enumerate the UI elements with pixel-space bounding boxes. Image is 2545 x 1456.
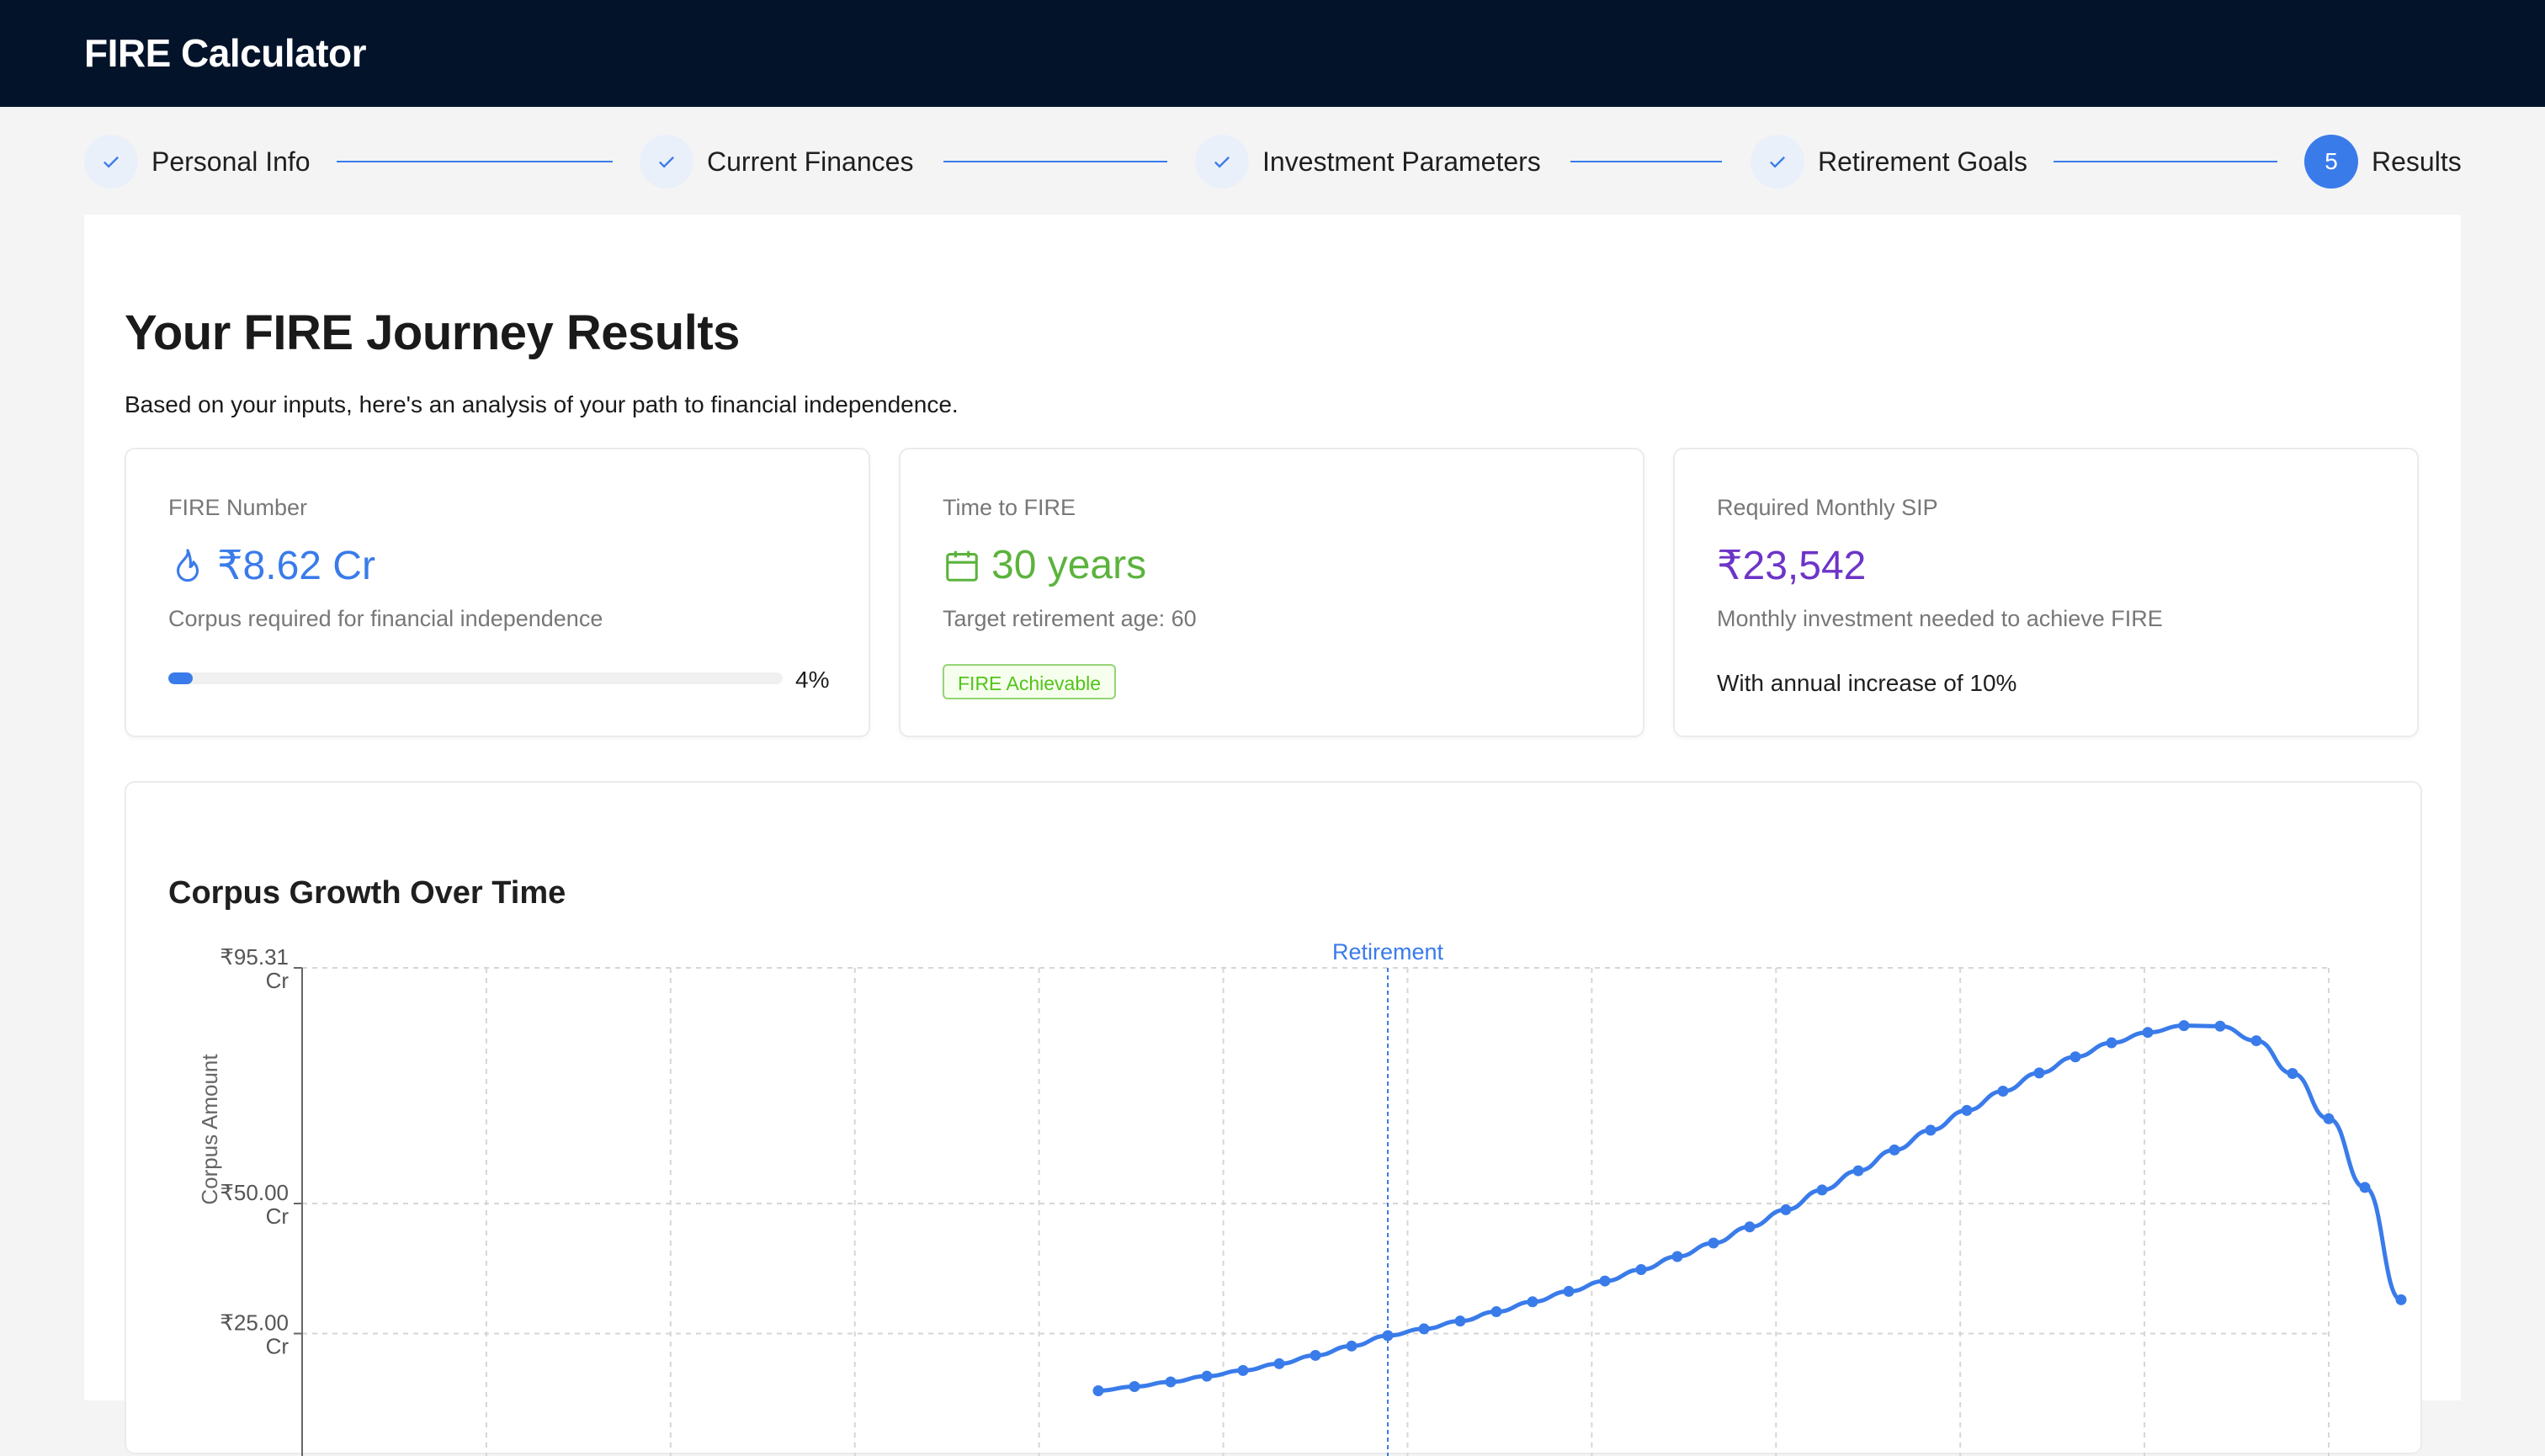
- corpus-data-point: [1889, 1144, 1900, 1156]
- step-number: 5: [2304, 135, 2358, 189]
- step-label: Investment Parameters: [1262, 146, 1541, 177]
- corpus-data-point: [1310, 1349, 1321, 1361]
- corpus-data-point: [1165, 1376, 1177, 1388]
- corpus-data-point: [2069, 1051, 2081, 1063]
- progress-fill: [168, 672, 194, 684]
- app-title: FIRE Calculator: [84, 31, 367, 75]
- top-bar: FIRE Calculator: [0, 0, 2545, 107]
- corpus-data-point: [2178, 1020, 2190, 1032]
- corpus-data-point: [2142, 1027, 2154, 1039]
- corpus-data-point: [1780, 1204, 1792, 1215]
- corpus-data-point: [1635, 1263, 1647, 1275]
- step-retirement-goals[interactable]: Retirement Goals: [1751, 134, 2027, 189]
- card-label: Time to FIRE: [943, 495, 1076, 520]
- corpus-data-point: [1708, 1237, 1719, 1249]
- y-tick-label: ₹50.00 Cr: [220, 1180, 289, 1229]
- step-connector: [943, 161, 1167, 162]
- progress-percent: 4%: [795, 667, 830, 693]
- step-connector: [2054, 161, 2277, 162]
- page-title: Your FIRE Journey Results: [125, 306, 740, 360]
- corpus-growth-chart: ₹95.31 Cr ₹50.00 Cr ₹25.00 Cr Corpus Amount Ret…: [197, 939, 2407, 1456]
- fire-progress-bar: [168, 672, 783, 684]
- corpus-data-point: [2106, 1037, 2117, 1049]
- corpus-chart-card: Corpus Growth Over Time ₹95.31 Cr ₹50.00 Cr…: [125, 781, 2422, 1456]
- corpus-data-point: [1744, 1221, 1756, 1233]
- corpus-data-point: [2323, 1113, 2335, 1124]
- card-value: ₹8.62 Cr: [168, 542, 375, 589]
- check-icon: [640, 135, 693, 189]
- y-tick-label: ₹95.31 Cr: [220, 944, 289, 993]
- results-panel: Your FIRE Journey Results Based on your …: [84, 215, 2461, 1456]
- corpus-data-point: [2395, 1294, 2407, 1305]
- time-to-fire-card: Time to FIRE 30 years Target retirement …: [899, 448, 1644, 737]
- step-connector: [337, 161, 613, 162]
- corpus-data-point: [1201, 1370, 1213, 1382]
- corpus-data-point: [1273, 1358, 1285, 1369]
- time-to-fire-value: 30 years: [991, 543, 1147, 587]
- fire-number-value: ₹8.62 Cr: [217, 544, 375, 588]
- step-personal-info[interactable]: Personal Info: [84, 134, 311, 189]
- corpus-series-line: [1097, 1023, 2402, 1393]
- corpus-data-point: [1599, 1275, 1611, 1287]
- corpus-data-point: [1671, 1251, 1683, 1262]
- step-label: Current Finances: [707, 146, 914, 177]
- corpus-data-point: [2250, 1035, 2262, 1047]
- corpus-data-point: [2214, 1020, 2226, 1032]
- corpus-data-point: [1237, 1364, 1249, 1376]
- corpus-data-point: [1852, 1165, 1864, 1177]
- monthly-sip-card: Required Monthly SIP ₹23,542 Monthly inv…: [1673, 448, 2419, 737]
- corpus-data-point: [1382, 1330, 1394, 1342]
- corpus-data-point: [1563, 1285, 1575, 1297]
- corpus-data-point: [1816, 1184, 1828, 1196]
- calendar-icon: [946, 550, 978, 582]
- step-results[interactable]: 5 Results: [2304, 134, 2462, 189]
- page-subtitle: Based on your inputs, here's an analysis…: [125, 391, 959, 417]
- fire-number-card: FIRE Number ₹8.62 Cr Corpus required for…: [125, 448, 870, 737]
- fire-achievable-badge: FIRE Achievable: [943, 664, 1117, 699]
- retirement-marker-label: Retirement: [1332, 939, 1444, 964]
- y-tick-label: ₹25.00 Cr: [220, 1310, 289, 1358]
- card-value: ₹23,542: [1717, 542, 1866, 589]
- corpus-data-point: [2033, 1067, 2045, 1079]
- corpus-data-point: [1129, 1381, 1140, 1393]
- step-investment-parameters[interactable]: Investment Parameters: [1195, 134, 1541, 189]
- corpus-data-point: [1527, 1296, 1538, 1308]
- flame-icon: [176, 549, 199, 582]
- card-description: Target retirement age: 60: [943, 606, 1197, 631]
- annual-increase-note: With annual increase of 10%: [1717, 670, 2017, 696]
- stepper: Personal Info Current Finances Investmen…: [0, 107, 2545, 216]
- corpus-data-point: [1925, 1124, 1937, 1136]
- y-axis-label: Corpus Amount: [197, 1054, 222, 1205]
- card-label: Required Monthly SIP: [1717, 495, 1938, 520]
- corpus-data-point: [1961, 1104, 1973, 1116]
- step-label: Results: [2372, 146, 2462, 177]
- corpus-data-point: [1997, 1086, 2009, 1097]
- card-value: 30 years: [943, 542, 1146, 588]
- corpus-data-point: [1092, 1384, 1104, 1396]
- step-connector: [1570, 161, 1722, 162]
- corpus-data-point: [1454, 1315, 1466, 1327]
- monthly-sip-value: ₹23,542: [1717, 544, 1867, 588]
- corpus-data-point: [1346, 1340, 1358, 1352]
- card-description: Monthly investment needed to achieve FIR…: [1717, 606, 2163, 631]
- card-description: Corpus required for financial independen…: [168, 606, 603, 631]
- check-icon: [84, 135, 138, 189]
- step-label: Personal Info: [151, 146, 311, 177]
- check-icon: [1751, 135, 1804, 189]
- step-current-finances[interactable]: Current Finances: [640, 134, 913, 189]
- card-label: FIRE Number: [168, 495, 308, 520]
- step-label: Retirement Goals: [1818, 146, 2027, 177]
- corpus-data-point: [1490, 1306, 1502, 1318]
- corpus-data-point: [2287, 1068, 2298, 1080]
- corpus-data-point: [1418, 1323, 1430, 1335]
- corpus-data-point: [2359, 1182, 2371, 1193]
- check-icon: [1195, 135, 1249, 189]
